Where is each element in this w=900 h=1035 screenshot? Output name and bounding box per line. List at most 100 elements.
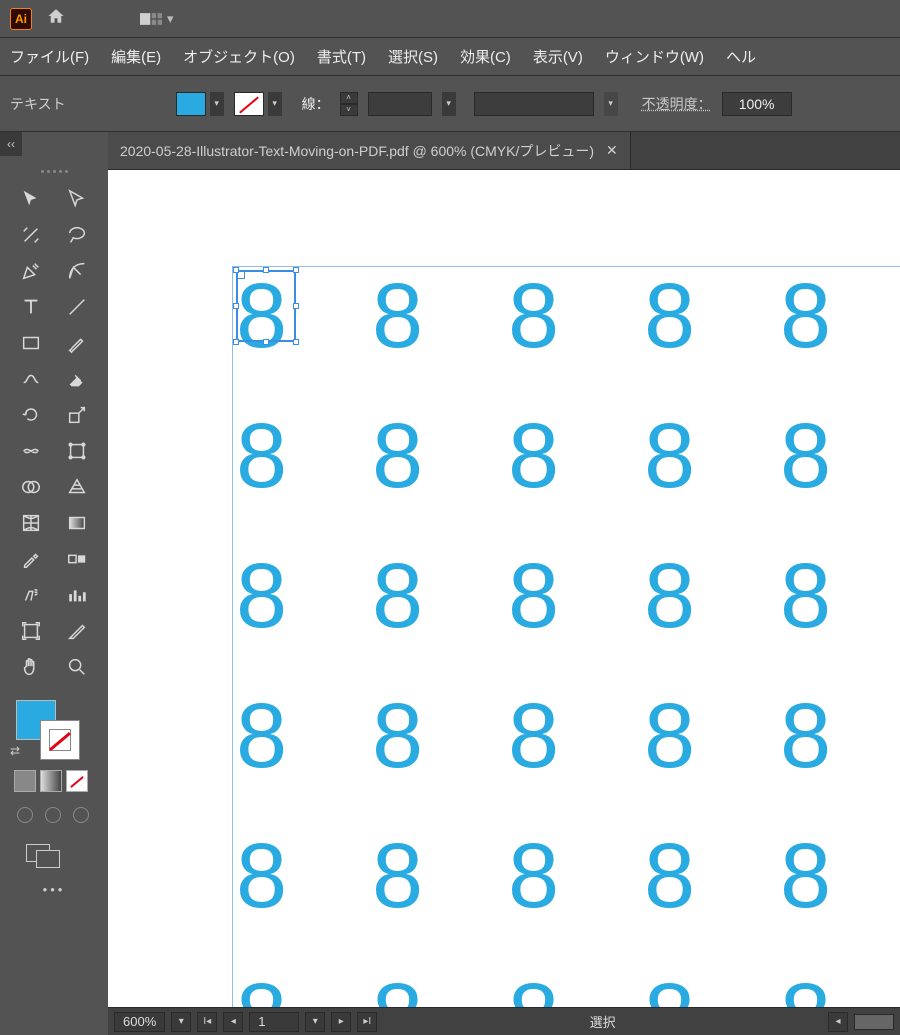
text-glyph[interactable]: 8 bbox=[236, 970, 372, 1007]
type-tool[interactable] bbox=[13, 292, 49, 322]
screen-mode-button[interactable] bbox=[26, 840, 62, 866]
text-glyph[interactable]: 8 bbox=[780, 970, 900, 1007]
last-artboard-icon[interactable]: ▸I bbox=[357, 1012, 377, 1032]
text-glyph[interactable]: 8 bbox=[372, 410, 508, 550]
hand-tool[interactable] bbox=[13, 652, 49, 682]
text-glyph[interactable]: 8 bbox=[372, 690, 508, 830]
menu-view[interactable]: 表示(V) bbox=[533, 46, 583, 67]
home-icon[interactable] bbox=[46, 7, 66, 30]
direct-selection-tool[interactable] bbox=[59, 184, 95, 214]
brush-definition-dropdown-icon[interactable]: ▾ bbox=[604, 92, 618, 116]
magic-wand-tool[interactable] bbox=[13, 220, 49, 250]
draw-normal[interactable] bbox=[14, 804, 36, 826]
text-glyph[interactable]: 8 bbox=[508, 690, 644, 830]
text-glyph[interactable]: 8 bbox=[508, 830, 644, 970]
slice-tool[interactable] bbox=[59, 616, 95, 646]
menu-window[interactable]: ウィンドウ(W) bbox=[605, 46, 704, 67]
swap-fill-stroke-icon[interactable]: ⇄ bbox=[10, 744, 20, 758]
stroke-color-control[interactable]: ▾ bbox=[234, 92, 282, 116]
text-glyph[interactable]: 8 bbox=[236, 550, 372, 690]
text-glyph[interactable]: 8 bbox=[780, 550, 900, 690]
brush-definition-field[interactable] bbox=[474, 92, 594, 116]
stroke-weight-stepper[interactable]: ˄ ˅ bbox=[340, 92, 358, 116]
menu-edit[interactable]: 編集(E) bbox=[111, 46, 161, 67]
panel-grip-icon[interactable] bbox=[8, 170, 100, 178]
scale-tool[interactable] bbox=[59, 400, 95, 430]
artboard-number-field[interactable]: 1 bbox=[249, 1012, 299, 1032]
rotate-tool[interactable] bbox=[13, 400, 49, 430]
text-glyph[interactable]: 8 bbox=[372, 550, 508, 690]
prev-artboard-icon[interactable]: ◂ bbox=[223, 1012, 243, 1032]
stroke-weight-field[interactable] bbox=[368, 92, 432, 116]
fill-stroke-indicator[interactable]: ⇄ bbox=[16, 700, 86, 760]
paintbrush-tool[interactable] bbox=[59, 328, 95, 358]
text-glyph[interactable]: 8 bbox=[644, 830, 780, 970]
fill-swatch[interactable] bbox=[176, 92, 206, 116]
next-artboard-icon[interactable]: ▸ bbox=[331, 1012, 351, 1032]
draw-inside[interactable] bbox=[70, 804, 92, 826]
zoom-tool[interactable] bbox=[59, 652, 95, 682]
text-glyph[interactable]: 8 bbox=[644, 690, 780, 830]
arrange-documents-button[interactable]: ▾ bbox=[140, 11, 174, 27]
color-mode-solid[interactable] bbox=[14, 770, 36, 792]
text-glyph[interactable]: 8 bbox=[780, 830, 900, 970]
menu-effect[interactable]: 効果(C) bbox=[460, 46, 511, 67]
menu-help[interactable]: ヘル bbox=[726, 46, 756, 67]
horizontal-scrollbar[interactable] bbox=[854, 1014, 894, 1030]
gradient-tool[interactable] bbox=[59, 508, 95, 538]
document-tab[interactable]: 2020-05-28-Illustrator-Text-Moving-on-PD… bbox=[108, 132, 631, 169]
panel-collapse-icon[interactable]: ‹‹ bbox=[0, 132, 22, 156]
text-glyph[interactable]: 8 bbox=[508, 270, 644, 410]
stroke-weight-dropdown-icon[interactable]: ▾ bbox=[442, 92, 456, 116]
zoom-field[interactable]: 600% bbox=[114, 1012, 165, 1032]
artboard-dropdown-icon[interactable]: ▾ bbox=[305, 1012, 325, 1032]
stroke-indicator[interactable] bbox=[40, 720, 80, 760]
text-glyph[interactable]: 8 bbox=[780, 410, 900, 550]
text-glyph[interactable]: 8 bbox=[372, 270, 508, 410]
text-glyph[interactable]: 8 bbox=[508, 970, 644, 1007]
color-mode-gradient[interactable] bbox=[40, 770, 62, 792]
width-tool[interactable] bbox=[13, 436, 49, 466]
selection-tool[interactable] bbox=[13, 184, 49, 214]
edit-toolbar-button[interactable]: ••• bbox=[8, 882, 100, 897]
blend-tool[interactable] bbox=[59, 544, 95, 574]
eyedropper-tool[interactable] bbox=[13, 544, 49, 574]
draw-behind[interactable] bbox=[42, 804, 64, 826]
symbol-sprayer-tool[interactable] bbox=[13, 580, 49, 610]
opacity-field[interactable]: 100% bbox=[722, 92, 792, 116]
text-glyph[interactable]: 8 bbox=[236, 410, 372, 550]
app-logo-icon[interactable]: Ai bbox=[10, 8, 32, 30]
text-glyph[interactable]: 8 bbox=[644, 550, 780, 690]
shape-builder-tool[interactable] bbox=[13, 472, 49, 502]
stroke-swatch-none[interactable] bbox=[234, 92, 264, 116]
line-segment-tool[interactable] bbox=[59, 292, 95, 322]
zoom-dropdown-icon[interactable]: ▾ bbox=[171, 1012, 191, 1032]
text-glyph[interactable]: 8 bbox=[508, 550, 644, 690]
fill-dropdown-icon[interactable]: ▾ bbox=[210, 92, 224, 116]
artboard-tool[interactable] bbox=[13, 616, 49, 646]
opacity-label[interactable]: 不透明度： bbox=[642, 94, 712, 114]
pen-tool[interactable] bbox=[13, 256, 49, 286]
text-glyph[interactable]: 8 bbox=[236, 270, 372, 410]
free-transform-tool[interactable] bbox=[59, 436, 95, 466]
canvas[interactable]: 888888888888888888888888888888 bbox=[108, 170, 900, 1007]
text-glyph[interactable]: 8 bbox=[372, 970, 508, 1007]
menu-file[interactable]: ファイル(F) bbox=[10, 46, 89, 67]
close-icon[interactable]: ✕ bbox=[606, 142, 618, 159]
text-glyph[interactable]: 8 bbox=[644, 410, 780, 550]
first-artboard-icon[interactable]: I◂ bbox=[197, 1012, 217, 1032]
curvature-tool[interactable] bbox=[59, 256, 95, 286]
stroke-dropdown-icon[interactable]: ▾ bbox=[268, 92, 282, 116]
text-glyph[interactable]: 8 bbox=[644, 270, 780, 410]
stepper-up-icon[interactable]: ˄ bbox=[340, 92, 358, 104]
mesh-tool[interactable] bbox=[13, 508, 49, 538]
text-glyph[interactable]: 8 bbox=[780, 270, 900, 410]
text-glyph[interactable]: 8 bbox=[780, 690, 900, 830]
shaper-tool[interactable] bbox=[13, 364, 49, 394]
scroll-left-icon[interactable]: ◂ bbox=[828, 1012, 848, 1032]
menu-type[interactable]: 書式(T) bbox=[317, 46, 366, 67]
lasso-tool[interactable] bbox=[59, 220, 95, 250]
text-glyph[interactable]: 8 bbox=[372, 830, 508, 970]
text-glyph[interactable]: 8 bbox=[236, 830, 372, 970]
text-glyph[interactable]: 8 bbox=[644, 970, 780, 1007]
